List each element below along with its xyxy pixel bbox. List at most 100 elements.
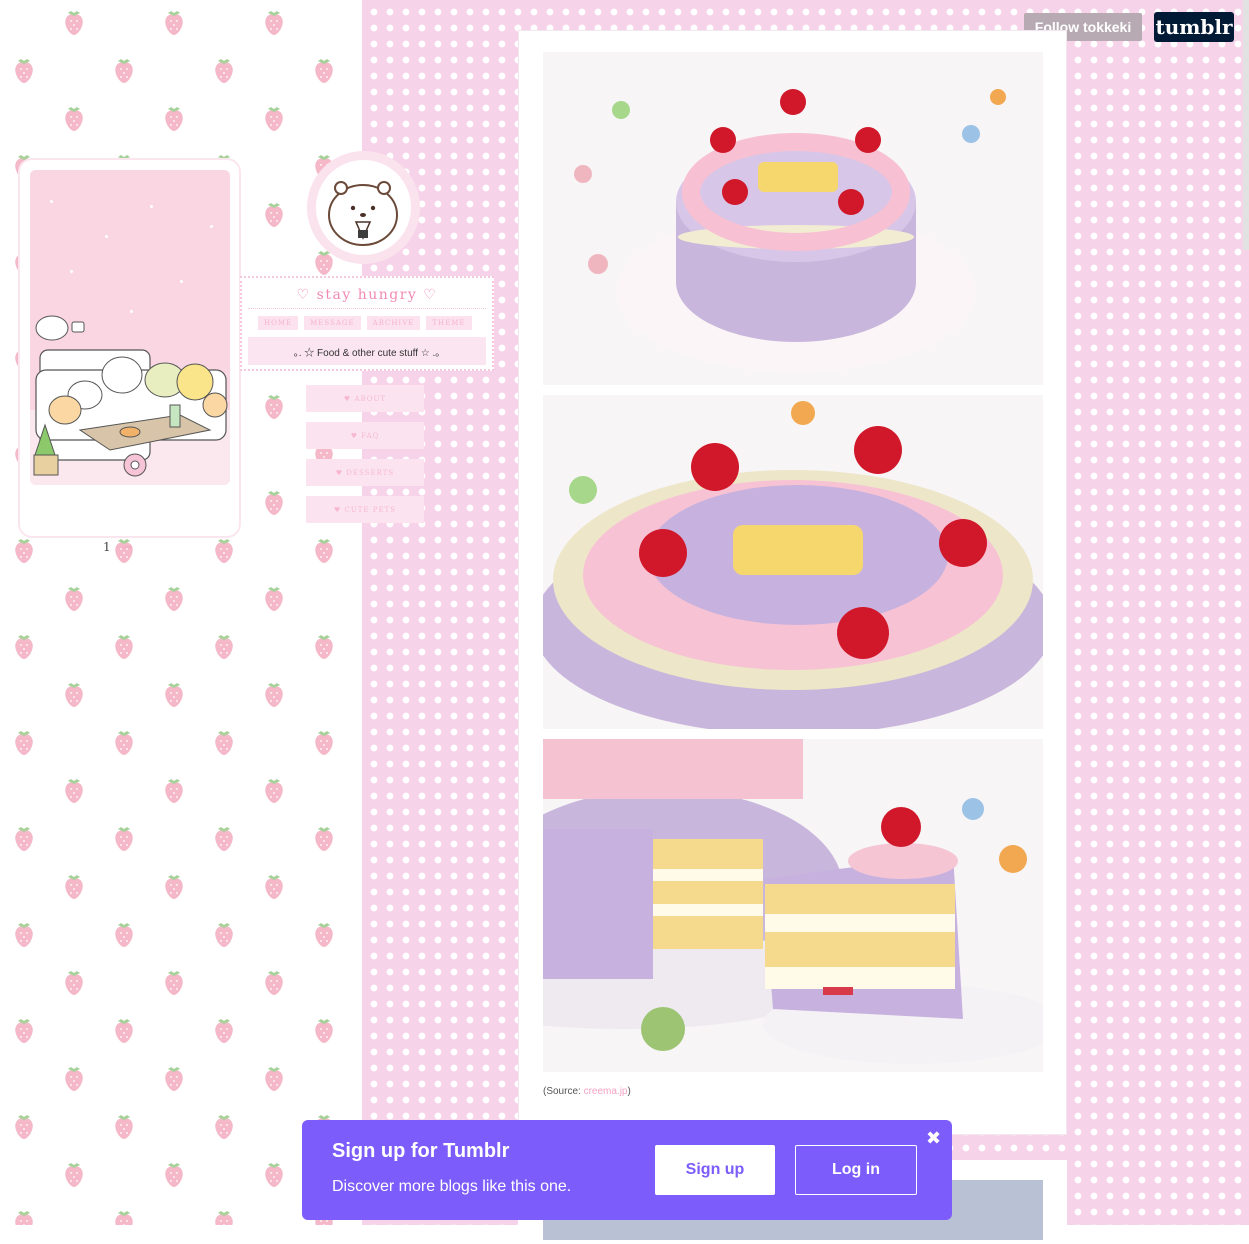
strawberry-icon (112, 728, 136, 756)
strawberry-icon (12, 632, 36, 660)
strawberry-icon (62, 104, 86, 132)
post-photo[interactable] (543, 395, 1043, 729)
strawberry-icon (62, 776, 86, 804)
strawberry-icon (112, 1208, 136, 1225)
strawberry-icon (312, 1016, 336, 1044)
blog-title[interactable]: ♡ stay hungry ♡ (242, 287, 492, 303)
strawberry-icon (312, 56, 336, 84)
strawberry-icon (162, 584, 186, 612)
strawberry-icon (262, 8, 286, 36)
strawberry-icon (12, 728, 36, 756)
pagination: 1 → (103, 540, 133, 554)
source-link[interactable]: creema.jp (584, 1086, 628, 1097)
strawberry-icon (262, 872, 286, 900)
strawberry-icon (162, 968, 186, 996)
tumblr-logo[interactable]: tumblr (1154, 12, 1234, 42)
strawberry-icon (12, 920, 36, 948)
strawberry-icon (162, 1064, 186, 1092)
close-icon[interactable]: ✖ (926, 1128, 941, 1149)
strawberry-icon (212, 824, 236, 852)
polar-bear-icon (328, 181, 398, 246)
strawberry-icon (112, 632, 136, 660)
sumikko-gurashi-illustration (30, 170, 230, 485)
strawberry-icon (162, 8, 186, 36)
side-link-desserts[interactable]: ♥ desserts (306, 459, 424, 486)
strawberry-icon (162, 104, 186, 132)
cake-photo-2 (543, 395, 1043, 729)
avatar[interactable] (316, 160, 411, 255)
strawberry-icon (262, 1064, 286, 1092)
strawberry-icon (262, 200, 286, 228)
signup-title: Sign up for Tumblr (332, 1140, 510, 1162)
strawberry-icon (212, 728, 236, 756)
cake-photo-1 (543, 52, 1043, 385)
strawberry-icon (212, 632, 236, 660)
post-photo[interactable] (543, 739, 1043, 1072)
sidebar-card (20, 160, 239, 536)
nav-theme[interactable]: theme (426, 316, 472, 330)
strawberry-icon (62, 584, 86, 612)
strawberry-icon (112, 920, 136, 948)
strawberry-icon (312, 824, 336, 852)
caption-prefix: (Source: (543, 1086, 584, 1097)
blog-description: ｡. ☆ Food & other cute stuff ☆ .｡ (248, 337, 486, 365)
strawberry-icon (12, 824, 36, 852)
scrollbar[interactable] (1243, 0, 1249, 250)
strawberry-icon (262, 488, 286, 516)
signup-banner: Sign up for Tumblr Discover more blogs l… (302, 1120, 952, 1220)
log-in-button[interactable]: Log in (795, 1145, 917, 1195)
pagination-current: 1 (103, 540, 111, 554)
strawberry-icon (262, 968, 286, 996)
strawberry-icon (12, 1112, 36, 1140)
strawberry-icon (212, 1208, 236, 1225)
strawberry-icon (312, 536, 336, 564)
sign-up-button[interactable]: Sign up (655, 1145, 775, 1195)
strawberry-icon (212, 1112, 236, 1140)
caption-suffix: ) (627, 1086, 631, 1097)
strawberry-icon (312, 632, 336, 660)
post-caption: (Source: creema.jp) (543, 1086, 631, 1097)
strawberry-icon (162, 1160, 186, 1188)
strawberry-icon (62, 1064, 86, 1092)
strawberry-icon (112, 56, 136, 84)
strawberry-icon (212, 536, 236, 564)
strawberry-icon (312, 920, 336, 948)
nav-archive[interactable]: archive (366, 316, 421, 330)
sumikko-scene-image (30, 170, 230, 485)
cake-photo-3 (543, 739, 1043, 1072)
strawberry-icon (112, 1016, 136, 1044)
strawberry-icon (262, 680, 286, 708)
strawberry-icon (262, 392, 286, 420)
strawberry-icon (262, 584, 286, 612)
side-link-cute-pets[interactable]: ♥ cute pets (306, 496, 424, 523)
strawberry-icon (12, 56, 36, 84)
strawberry-icon (212, 920, 236, 948)
strawberry-icon (62, 1160, 86, 1188)
strawberry-icon (162, 872, 186, 900)
strawberry-icon (112, 824, 136, 852)
strawberry-icon (262, 1160, 286, 1188)
next-page-arrow-icon[interactable]: → (122, 540, 132, 554)
strawberry-icon (262, 104, 286, 132)
nav-home[interactable]: home (258, 316, 299, 330)
nav-message[interactable]: message (304, 316, 361, 330)
strawberry-icon (62, 8, 86, 36)
post-photo[interactable] (543, 52, 1043, 385)
blog-header: ♡ stay hungry ♡ home message archive the… (240, 276, 494, 371)
strawberry-icon (12, 1016, 36, 1044)
blog-nav: home message archive theme (258, 316, 472, 330)
signup-subtitle: Discover more blogs like this one. (332, 1178, 572, 1195)
side-link-faq[interactable]: ♥ faq (306, 422, 424, 449)
strawberry-icon (212, 56, 236, 84)
strawberry-icon (262, 776, 286, 804)
side-link-about[interactable]: ♥ about (306, 385, 424, 412)
strawberry-icon (62, 680, 86, 708)
strawberry-icon (112, 1112, 136, 1140)
strawberry-icon (62, 968, 86, 996)
strawberry-icon (62, 872, 86, 900)
strawberry-icon (312, 728, 336, 756)
strawberry-icon (162, 680, 186, 708)
strawberry-icon (162, 776, 186, 804)
strawberry-icon (12, 1208, 36, 1225)
divider (248, 308, 486, 309)
